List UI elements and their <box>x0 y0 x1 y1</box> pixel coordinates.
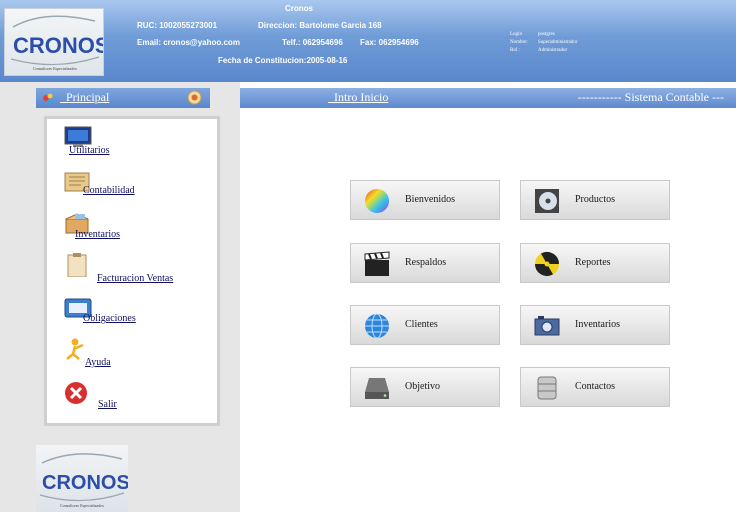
color-wheel-icon <box>363 187 391 215</box>
principal-title[interactable]: _Principal <box>60 90 109 105</box>
menu-item-inventarios[interactable]: Inventarios <box>63 211 213 247</box>
menu-item-contabilidad[interactable]: Contabilidad <box>63 169 213 205</box>
telf-text: Telf.: 062954696 <box>282 38 343 47</box>
camera-icon <box>533 312 561 340</box>
exit-x-icon <box>63 381 93 405</box>
principal-menu-panel: Utilitarios Contabilidad Inventarios Fac… <box>44 116 220 426</box>
tab-intro-inicio[interactable]: _Intro Inicio <box>328 90 388 105</box>
reportes-button[interactable]: Reportes <box>520 243 670 283</box>
svg-text:CRONOS: CRONOS <box>13 33 103 58</box>
menu-item-obligaciones[interactable]: Obligaciones <box>63 295 213 331</box>
cronos-logo: CRONOS Consultores Especializados <box>4 8 104 76</box>
bienvenidos-button[interactable]: Bienvenidos <box>350 180 500 220</box>
menu-label-contabilidad[interactable]: Contabilidad <box>83 185 135 196</box>
menu-item-salir[interactable]: Salir <box>63 381 213 417</box>
svg-text:Consultores Especializados: Consultores Especializados <box>33 66 77 71</box>
radiation-icon <box>533 250 561 278</box>
drive-icon <box>363 374 391 402</box>
clapperboard-icon <box>363 250 391 278</box>
productos-button[interactable]: Productos <box>520 180 670 220</box>
database-icon <box>533 374 561 402</box>
principal-header[interactable]: _Principal <box>36 88 210 108</box>
reportes-label: Reportes <box>575 257 611 268</box>
menu-label-facturacion[interactable]: Facturacion Ventas <box>97 273 173 284</box>
login-label: Login <box>510 32 522 37</box>
collapse-icon[interactable] <box>187 90 202 110</box>
clipboard-icon <box>63 253 93 278</box>
rol-value: Administrador <box>538 48 568 53</box>
email-text: Email: cronos@yahoo.com <box>137 38 240 47</box>
direccion-text: Direccion: Bartolome Garcia 168 <box>258 21 382 30</box>
cronos-logo-bottom: CRONOS Consultores Especializados <box>36 445 128 512</box>
globe-icon <box>363 312 391 340</box>
fax-text: Fax: 062954696 <box>360 38 419 47</box>
menu-item-utilitarios[interactable]: Utilitarios <box>63 125 213 161</box>
productos-label: Productos <box>575 194 615 205</box>
svg-text:CRONOS: CRONOS <box>42 472 128 494</box>
menu-label-inventarios[interactable]: Inventarios <box>75 229 120 240</box>
nombre-value: Superadministrador <box>538 40 578 45</box>
ruc-text: RUC: 1002055273001 <box>137 21 218 30</box>
respaldos-label: Respaldos <box>405 257 447 268</box>
respaldos-button[interactable]: Respaldos <box>350 243 500 283</box>
menu-item-ayuda[interactable]: Ayuda <box>63 337 213 373</box>
clientes-button[interactable]: Clientes <box>350 305 500 345</box>
header-banner: CRONOS Consultores Especializados Cronos… <box>0 0 736 82</box>
disc-icon <box>533 187 561 215</box>
star-icon <box>41 91 55 110</box>
contactos-label: Contactos <box>575 381 615 392</box>
contactos-button[interactable]: Contactos <box>520 367 670 407</box>
login-value: postgres <box>538 32 555 37</box>
menu-label-obligaciones[interactable]: Obligaciones <box>83 313 136 324</box>
main-tab-bar: _Intro Inicio ----------- Sistema Contab… <box>240 88 736 108</box>
clientes-label: Clientes <box>405 319 438 330</box>
inventarios-label: Inventarios <box>575 319 620 330</box>
menu-label-ayuda[interactable]: Ayuda <box>85 357 111 368</box>
menu-label-utilitarios[interactable]: Utilitarios <box>69 145 110 156</box>
nombre-label: Nombre: <box>510 40 528 45</box>
inventarios-button[interactable]: Inventarios <box>520 305 670 345</box>
bienvenidos-label: Bienvenidos <box>405 194 455 205</box>
company-name: Cronos <box>285 4 313 13</box>
menu-label-salir[interactable]: Salir <box>98 399 117 410</box>
svg-text:Consultores Especializados: Consultores Especializados <box>60 503 104 508</box>
tab-sistema-contable[interactable]: ----------- Sistema Contable --- <box>578 90 724 105</box>
objetivo-label: Objetivo <box>405 381 440 392</box>
menu-item-facturacion[interactable]: Facturacion Ventas <box>63 253 213 289</box>
fecha-text: Fecha de Constitucion:2005-08-16 <box>218 56 348 65</box>
objetivo-button[interactable]: Objetivo <box>350 367 500 407</box>
rol-label: Rol : <box>510 48 520 53</box>
